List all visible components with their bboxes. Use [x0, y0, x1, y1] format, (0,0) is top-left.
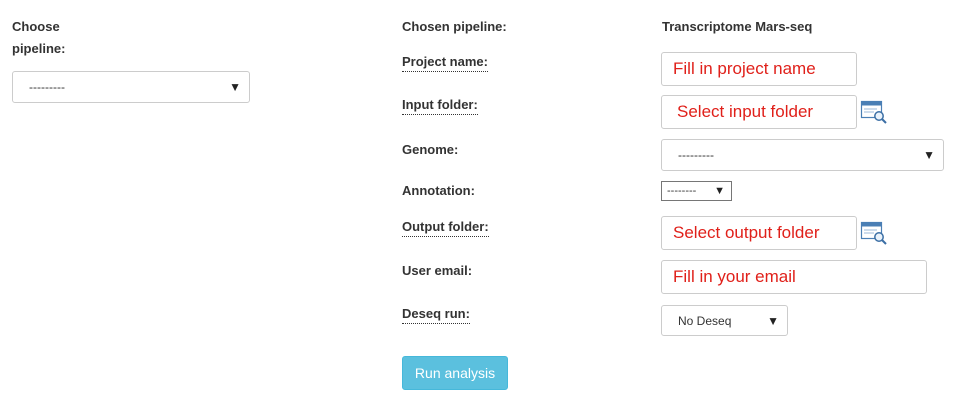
deseq-run-label: Deseq run:: [402, 305, 470, 324]
deseq-run-select[interactable]: No Deseq ▼: [661, 305, 788, 336]
folder-browse-icon[interactable]: [860, 220, 888, 246]
annotation-select[interactable]: -------- ▼: [661, 181, 732, 201]
annotation-label: Annotation:: [402, 183, 475, 198]
input-folder-placeholder: Select input folder: [677, 102, 814, 121]
user-email-input[interactable]: Fill in your email: [661, 260, 927, 294]
user-email-placeholder: Fill in your email: [673, 267, 796, 286]
chevron-down-icon: ▼: [714, 185, 725, 197]
chosen-pipeline-value: Transcriptome Mars-seq: [662, 19, 813, 34]
pipeline-select[interactable]: --------- ▼: [12, 71, 250, 103]
chevron-down-icon: ▼: [923, 148, 935, 162]
choose-pipeline-label-line2: pipeline:: [12, 41, 66, 56]
genome-select[interactable]: --------- ▼: [661, 139, 944, 171]
genome-select-value: ---------: [678, 148, 714, 162]
deseq-run-select-value: No Deseq: [678, 313, 732, 328]
project-name-label: Project name:: [402, 53, 488, 72]
folder-browse-icon[interactable]: [860, 99, 888, 125]
input-folder-label: Input folder:: [402, 96, 478, 115]
choose-pipeline-label: Choose pipeline:: [12, 16, 65, 60]
annotation-select-value: --------: [667, 185, 697, 197]
chevron-down-icon: ▼: [229, 80, 241, 94]
output-folder-input[interactable]: Select output folder: [661, 216, 857, 250]
pipeline-select-value: ---------: [29, 80, 65, 94]
choose-pipeline-label-line1: Choose: [12, 19, 60, 34]
genome-label: Genome:: [402, 142, 459, 157]
project-name-placeholder: Fill in project name: [673, 59, 816, 78]
project-name-input[interactable]: Fill in project name: [661, 52, 857, 86]
input-folder-input[interactable]: Select input folder: [661, 95, 857, 129]
chosen-pipeline-label: Chosen pipeline:: [402, 19, 507, 34]
output-folder-placeholder: Select output folder: [673, 223, 820, 242]
output-folder-label: Output folder:: [402, 218, 489, 237]
run-analysis-button[interactable]: Run analysis: [402, 356, 508, 390]
chevron-down-icon: ▼: [767, 313, 779, 328]
user-email-label: User email:: [402, 263, 473, 278]
